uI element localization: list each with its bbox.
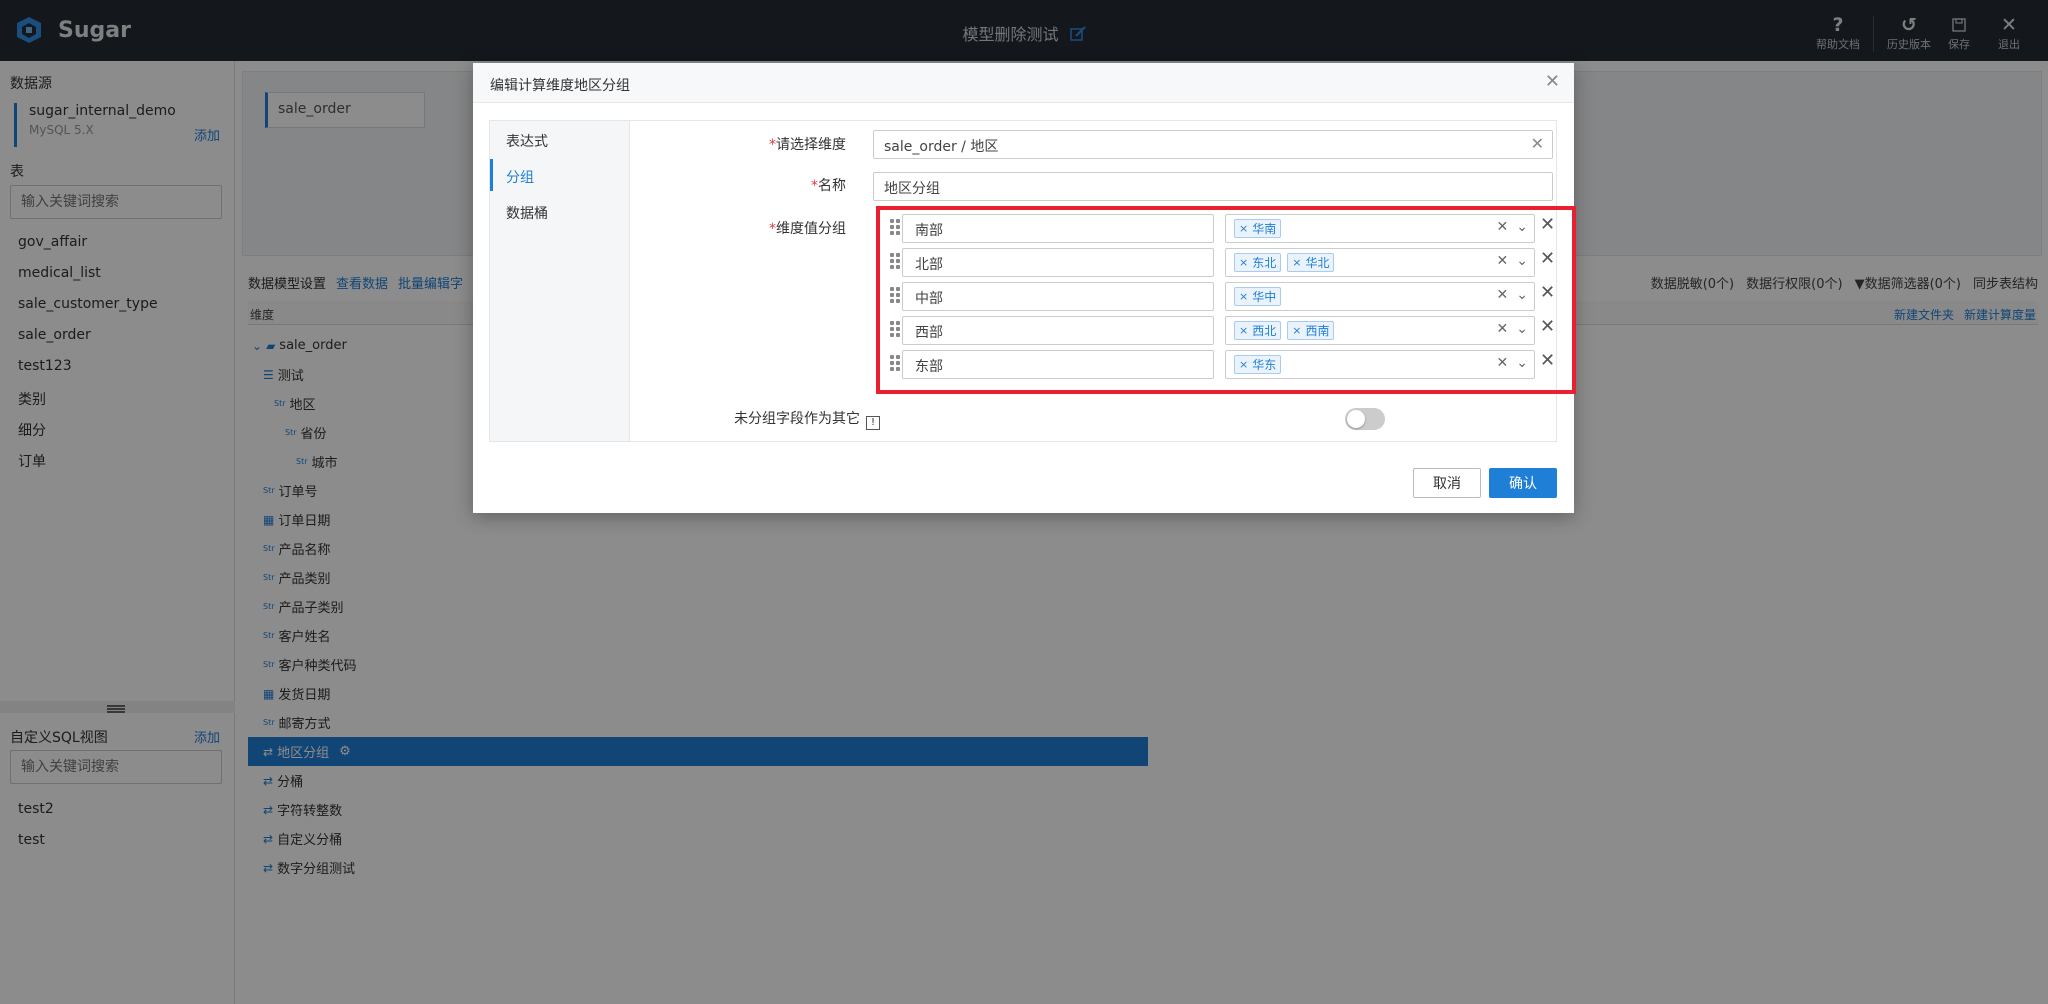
value-tag-label: 东北 [1252,256,1277,270]
group-row: 西部 × 西北 × 西南 ✕ ⌄ ✕ [880,316,1570,345]
group-values-select[interactable]: × 西北 × 西南 ✕ ⌄ [1225,316,1535,345]
dialog-tabs: 表达式 分组 数据桶 [490,121,630,441]
value-tag-label: 西南 [1305,324,1330,338]
value-tag-label: 华北 [1305,256,1330,270]
remove-tag-icon[interactable]: × [1239,290,1248,303]
remove-tag-icon[interactable]: × [1239,358,1248,371]
group-values-select[interactable]: × 东北 × 华北 ✕ ⌄ [1225,248,1535,277]
info-icon[interactable]: ! [866,416,880,430]
ungrouped-as-other-text: 未分组字段作为其它 [734,411,860,427]
delete-group-icon[interactable]: ✕ [1540,316,1555,337]
chevron-down-icon[interactable]: ⌄ [1516,355,1528,371]
name-input[interactable]: 地区分组 [873,172,1553,201]
group-name-input[interactable]: 西部 [902,316,1214,345]
chevron-down-icon[interactable]: ⌄ [1516,287,1528,303]
remove-tag-icon[interactable]: × [1239,222,1248,235]
value-tag-label: 华中 [1252,290,1277,304]
clear-icon[interactable]: ✕ [1497,287,1509,303]
value-tag-label: 华东 [1252,358,1277,372]
close-icon[interactable]: ✕ [1545,71,1560,92]
value-tag: × 东北 [1234,253,1282,272]
chevron-down-icon[interactable]: ⌄ [1516,321,1528,337]
value-tag: × 西南 [1287,321,1335,340]
delete-group-icon[interactable]: ✕ [1540,282,1555,303]
drag-handle-icon[interactable] [890,321,902,339]
select-controls: ✕ ⌄ [1497,219,1528,235]
select-controls: ✕ ⌄ [1497,253,1528,269]
remove-tag-icon[interactable]: × [1239,324,1248,337]
dimension-select-label-text: 请选择维度 [776,137,846,153]
edit-calc-dimension-dialog: 编辑计算维度地区分组 ✕ 表达式 分组 数据桶 *请选择维度 sale_orde… [473,63,1576,513]
group-values-label: *维度值分组 [769,221,846,237]
dialog-body: 表达式 分组 数据桶 *请选择维度 sale_order / 地区 ✕ *名称 … [489,120,1576,442]
select-controls: ✕ ⌄ [1497,287,1528,303]
group-values-select[interactable]: × 华南 ✕ ⌄ [1225,214,1535,243]
clear-icon[interactable]: ✕ [1497,321,1509,337]
tab-group[interactable]: 分组 [490,157,629,193]
group-row: 东部 × 华东 ✕ ⌄ ✕ [880,350,1570,379]
remove-tag-icon[interactable]: × [1239,256,1248,269]
group-values-select[interactable]: × 华中 ✕ ⌄ [1225,282,1535,311]
select-controls: ✕ ⌄ [1497,355,1528,371]
delete-group-icon[interactable]: ✕ [1540,350,1555,371]
ungrouped-as-other-toggle[interactable] [1345,408,1385,430]
value-tag: × 华东 [1234,355,1282,374]
dimension-select-label: *请选择维度 [769,137,846,153]
dimension-select-value: sale_order / 地区 [884,139,999,155]
select-controls: ✕ ⌄ [1497,321,1528,337]
value-tag: × 华北 [1287,253,1335,272]
chevron-down-icon[interactable]: ⌄ [1516,253,1528,269]
tab-expression[interactable]: 表达式 [490,121,629,157]
name-label: *名称 [811,178,846,194]
tab-bucket[interactable]: 数据桶 [490,193,629,229]
drag-handle-icon[interactable] [890,253,902,271]
drag-handle-icon[interactable] [890,219,902,237]
ungrouped-as-other-label: 未分组字段作为其它! [490,408,880,430]
delete-group-icon[interactable]: ✕ [1540,214,1555,235]
dialog-header: 编辑计算维度地区分组 ✕ [473,63,1574,103]
clear-icon[interactable]: ✕ [1531,134,1544,153]
remove-tag-icon[interactable]: × [1292,324,1301,337]
group-values-label-text: 维度值分组 [776,221,846,237]
value-tag-label: 华南 [1252,222,1277,236]
delete-group-icon[interactable]: ✕ [1540,248,1555,269]
value-tag-label: 西北 [1252,324,1277,338]
clear-icon[interactable]: ✕ [1497,355,1509,371]
group-row: 北部 × 东北 × 华北 ✕ ⌄ ✕ [880,248,1570,277]
group-name-input[interactable]: 南部 [902,214,1214,243]
dialog-title: 编辑计算维度地区分组 [490,78,630,94]
value-tag: × 华南 [1234,219,1282,238]
highlight-box: 南部 × 华南 ✕ ⌄ ✕ 北部 × 东北 × 华北 ✕ ⌄ ✕ 中部 × 华中 ✕ ⌄ ✕ 西部 × 西北 × 西南 ✕ ⌄ ✕ 东部… [876,206,1576,394]
confirm-button[interactable]: 确认 [1489,468,1557,498]
clear-icon[interactable]: ✕ [1497,253,1509,269]
remove-tag-icon[interactable]: × [1292,256,1301,269]
group-name-input[interactable]: 北部 [902,248,1214,277]
group-name-input[interactable]: 中部 [902,282,1214,311]
clear-icon[interactable]: ✕ [1497,219,1509,235]
dialog-footer: 取消 确认 [473,458,1574,513]
value-tag: × 华中 [1234,287,1282,306]
dimension-select[interactable]: sale_order / 地区 ✕ [873,130,1553,159]
group-row: 中部 × 华中 ✕ ⌄ ✕ [880,282,1570,311]
drag-handle-icon[interactable] [890,287,902,305]
group-row: 南部 × 华南 ✕ ⌄ ✕ [880,214,1570,243]
drag-handle-icon[interactable] [890,355,902,373]
name-label-text: 名称 [818,178,846,194]
chevron-down-icon[interactable]: ⌄ [1516,219,1528,235]
cancel-button[interactable]: 取消 [1413,468,1481,498]
group-name-input[interactable]: 东部 [902,350,1214,379]
value-tag: × 西北 [1234,321,1282,340]
group-values-select[interactable]: × 华东 ✕ ⌄ [1225,350,1535,379]
